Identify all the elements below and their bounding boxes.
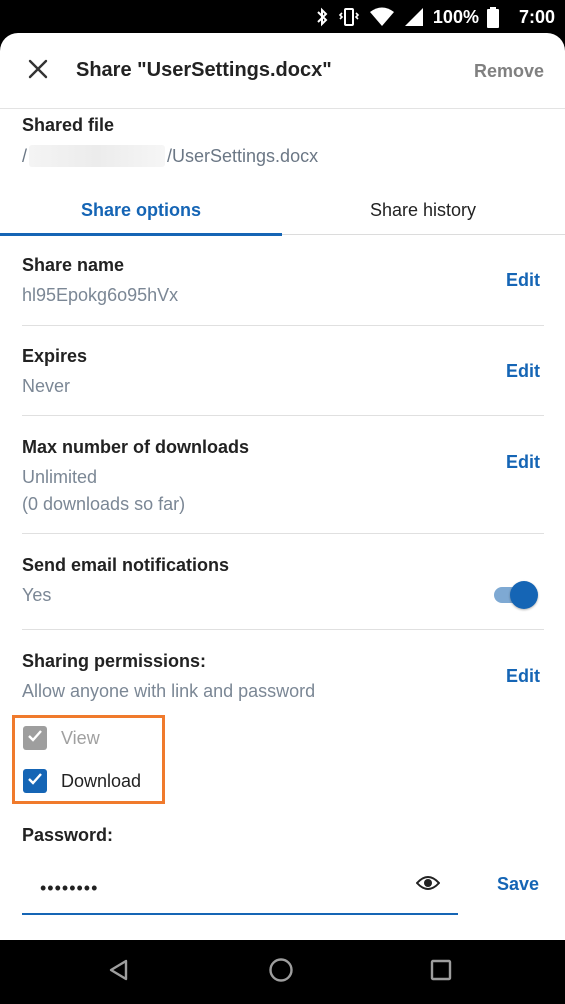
divider: [22, 325, 544, 326]
status-bar: 100% 7:00: [0, 0, 565, 33]
download-label: Download: [61, 770, 142, 791]
battery-percent: 100%: [432, 6, 479, 27]
system-nav-bar: [0, 940, 565, 1004]
max-downloads-value: Unlimited: [22, 467, 98, 487]
recents-nav-button[interactable]: [426, 957, 456, 987]
max-downloads-title: Max number of downloads: [22, 437, 250, 457]
password-label: Password:: [22, 825, 114, 845]
close-icon: [27, 58, 49, 85]
permissions-highlight: View Download: [12, 715, 165, 804]
page-title: Share "UserSettings.docx": [76, 59, 332, 81]
expires-edit-button[interactable]: Edit: [506, 361, 540, 382]
recents-nav-icon: [429, 958, 453, 987]
email-notifications-value: Yes: [22, 585, 52, 605]
permissions-value: Allow anyone with link and password: [22, 681, 316, 701]
toggle-thumb: [510, 581, 538, 609]
checkmark-icon: [26, 727, 44, 750]
back-nav-button[interactable]: [104, 957, 134, 987]
home-nav-icon: [268, 957, 294, 988]
share-sheet: Share "UserSettings.docx" Remove Shared …: [0, 33, 565, 940]
checkmark-icon: [26, 770, 44, 793]
eye-icon: [415, 874, 441, 897]
divider: [22, 533, 544, 534]
password-field[interactable]: [22, 863, 458, 915]
battery-icon: [486, 6, 499, 28]
remove-button[interactable]: Remove: [474, 61, 544, 82]
download-checkbox[interactable]: [23, 769, 47, 793]
expires-title: Expires: [22, 346, 88, 366]
view-checkbox-row[interactable]: View: [23, 723, 100, 753]
email-notifications-toggle[interactable]: [492, 580, 538, 610]
download-checkbox-row[interactable]: Download: [23, 766, 141, 796]
vibrate-icon: [337, 6, 361, 28]
tab-share-history[interactable]: Share history: [282, 185, 564, 235]
close-button[interactable]: [20, 53, 56, 89]
bluetooth-icon: [315, 6, 329, 28]
max-downloads-edit-button[interactable]: Edit: [506, 452, 540, 473]
divider: [22, 629, 544, 630]
divider: [22, 415, 544, 416]
permissions-title: Sharing permissions:: [22, 651, 207, 671]
shared-file-label: Shared file: [22, 115, 115, 135]
share-name-title: Share name: [22, 255, 125, 275]
redacted-path: [29, 145, 166, 167]
signal-icon: [403, 6, 425, 28]
shared-file-path: / /UserSettings.docx: [22, 145, 318, 167]
share-name-edit-button[interactable]: Edit: [506, 270, 540, 291]
expires-value: Never: [22, 376, 71, 396]
max-downloads-subvalue: (0 downloads so far): [22, 494, 186, 514]
app-bar: Share "UserSettings.docx" Remove: [0, 33, 565, 109]
share-name-value: hl95Epokg6o95hVx: [22, 285, 179, 305]
wifi-icon: [369, 6, 395, 28]
path-prefix: /: [22, 145, 28, 166]
path-file: /UserSettings.docx: [167, 145, 319, 166]
clock: 7:00: [518, 6, 555, 27]
status-icons: 100% 7:00: [315, 5, 555, 29]
email-notifications-title: Send email notifications: [22, 555, 230, 575]
toggle-password-visibility-button[interactable]: [414, 871, 442, 899]
view-label: View: [61, 727, 100, 748]
tab-bar: Share options Share history: [0, 185, 565, 236]
permissions-edit-button[interactable]: Edit: [506, 666, 540, 687]
home-nav-button[interactable]: [266, 957, 296, 987]
back-nav-icon: [107, 958, 131, 987]
tab-share-options[interactable]: Share options: [0, 185, 282, 236]
save-password-button[interactable]: Save: [497, 874, 539, 895]
view-checkbox[interactable]: [23, 726, 47, 750]
